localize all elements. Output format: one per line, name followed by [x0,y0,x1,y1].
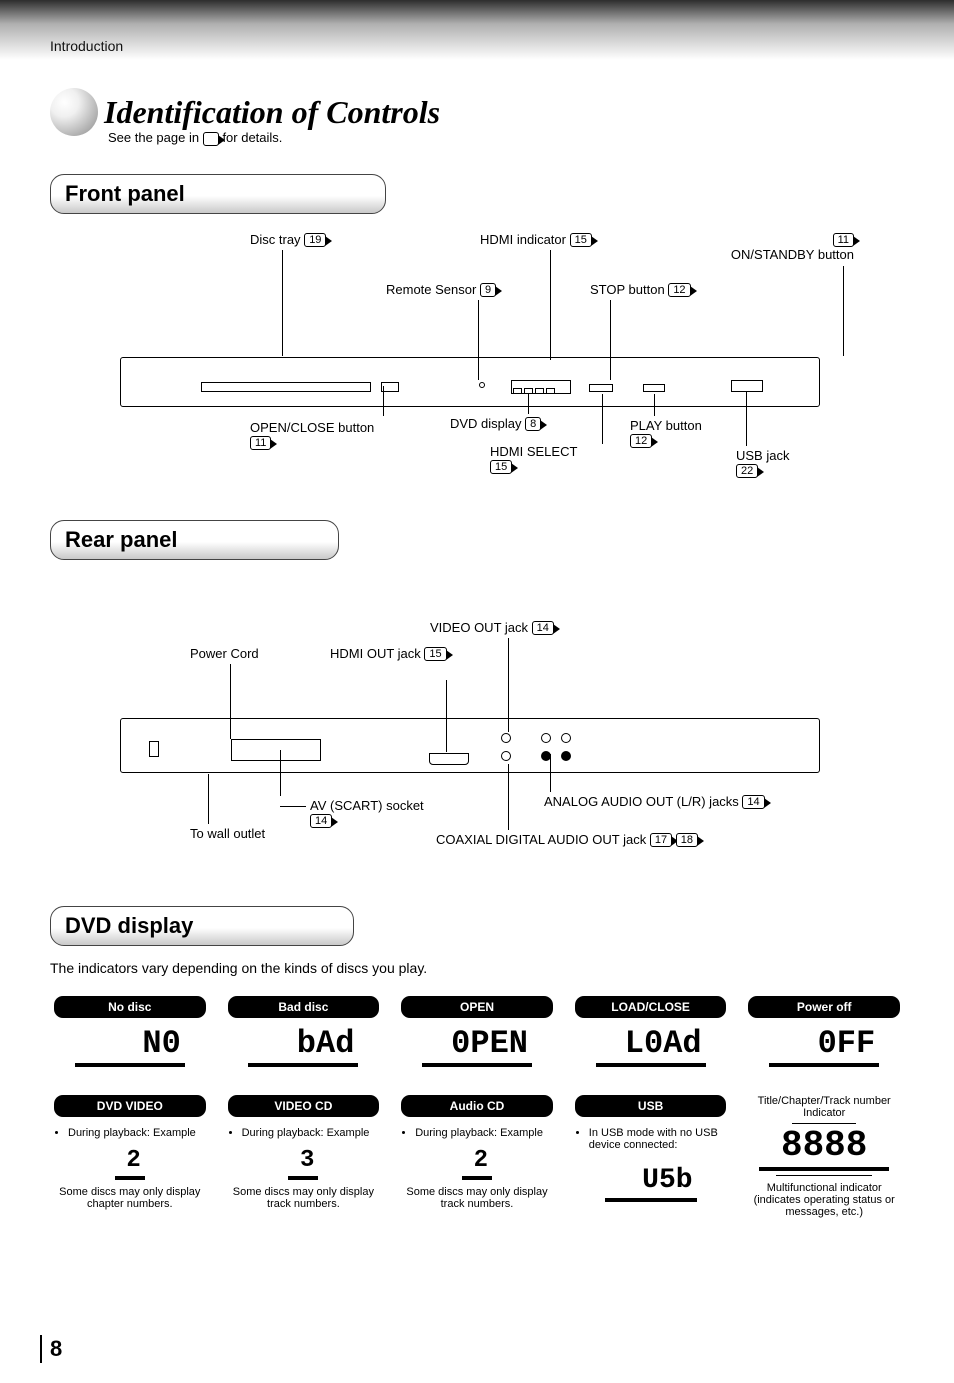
video-out-icon [501,733,511,743]
see-details-note: See the page in for details. [108,130,904,146]
page-title: Identification of Controls [104,94,440,131]
dvd-display-intro: The indicators vary depending on the kin… [50,960,904,976]
callout-remote-sensor: Remote Sensor 9 [386,282,496,298]
callout-on-standby: 11 ON/STANDBY button [731,232,854,263]
callout-open-close: OPEN/CLOSE button 11 [250,420,374,451]
callout-to-wall: To wall outlet [190,826,265,841]
disp-title-indicator: Title/Chapter/Track number Indicator 888… [744,1095,904,1218]
disp-audio-cd: Audio CD During playback: Example 2 Some… [397,1095,557,1210]
callout-analog-lr: ANALOG AUDIO OUT (L/R) jacks 14 [544,794,765,810]
disp-usb: USB In USB mode with no USB device conne… [571,1095,731,1202]
audio-out-r2-icon [561,751,571,761]
disp-bad-disc: Bad disc bAd [224,996,384,1067]
usb-jack-icon [731,380,763,392]
audio-out-r-icon [561,733,571,743]
disp-load-close: LOAD/CLOSE L0Ad [571,996,731,1067]
front-panel-heading: Front panel [50,174,386,214]
callout-av-scart: AV (SCART) socket 14 [310,798,424,829]
dvd-unit-front [120,357,820,407]
breadcrumb: Introduction [50,38,123,54]
callout-play-button: PLAY button 12 [630,418,702,449]
callout-hdmi-indicator: HDMI indicator 15 [480,232,592,248]
callout-power-cord: Power Cord [190,646,259,661]
dvd-display-icon [511,380,571,394]
disc-tray-icon [201,382,371,392]
page-number: 8 [40,1335,62,1363]
sphere-icon [50,88,98,136]
callout-disc-tray: Disc tray 19 [250,232,326,248]
scart-socket-icon [231,739,321,761]
remote-sensor-icon [479,382,485,388]
power-cord-icon [149,741,159,757]
hdmi-out-icon [429,753,469,765]
display-grid-row2: DVD VIDEO During playback: Example 2 Som… [50,1095,904,1218]
rear-panel-diagram: VIDEO OUT jack 14 Power Cord HDMI OUT ja… [50,578,904,878]
audio-out-l-icon [541,733,551,743]
play-button-icon [643,384,665,392]
coax-out-icon [501,751,511,761]
callout-dvd-display: DVD display 8 [450,416,541,432]
hdmi-select-icon [589,384,613,392]
dvd-unit-rear [120,718,820,773]
disp-dvd-video: DVD VIDEO During playback: Example 2 Som… [50,1095,210,1210]
rear-panel-heading: Rear panel [50,520,339,560]
callout-coax: COAXIAL DIGITAL AUDIO OUT jack 17 18 [436,832,698,848]
front-panel-diagram: Disc tray 19 HDMI indicator 15 11 ON/STA… [50,232,904,492]
callout-stop-button: STOP button 12 [590,282,691,298]
disp-power-off: Power off 0FF [744,996,904,1067]
disp-no-disc: No disc N0 [50,996,210,1067]
disp-open: OPEN 0PEN [397,996,557,1067]
dvd-display-heading: DVD display [50,906,354,946]
callout-video-out: VIDEO OUT jack 14 [430,620,554,636]
page-ref-icon [203,132,219,146]
display-grid-row1: No disc N0 Bad disc bAd OPEN 0PEN LOAD/C… [50,996,904,1067]
callout-hdmi-out: HDMI OUT jack 15 [330,646,447,662]
callout-hdmi-select: HDMI SELECT 15 [490,444,577,475]
disp-video-cd: VIDEO CD During playback: Example 3 Some… [224,1095,384,1210]
page-title-row: Identification of Controls [50,88,904,136]
callout-usb-jack: USB jack 22 [736,448,789,479]
